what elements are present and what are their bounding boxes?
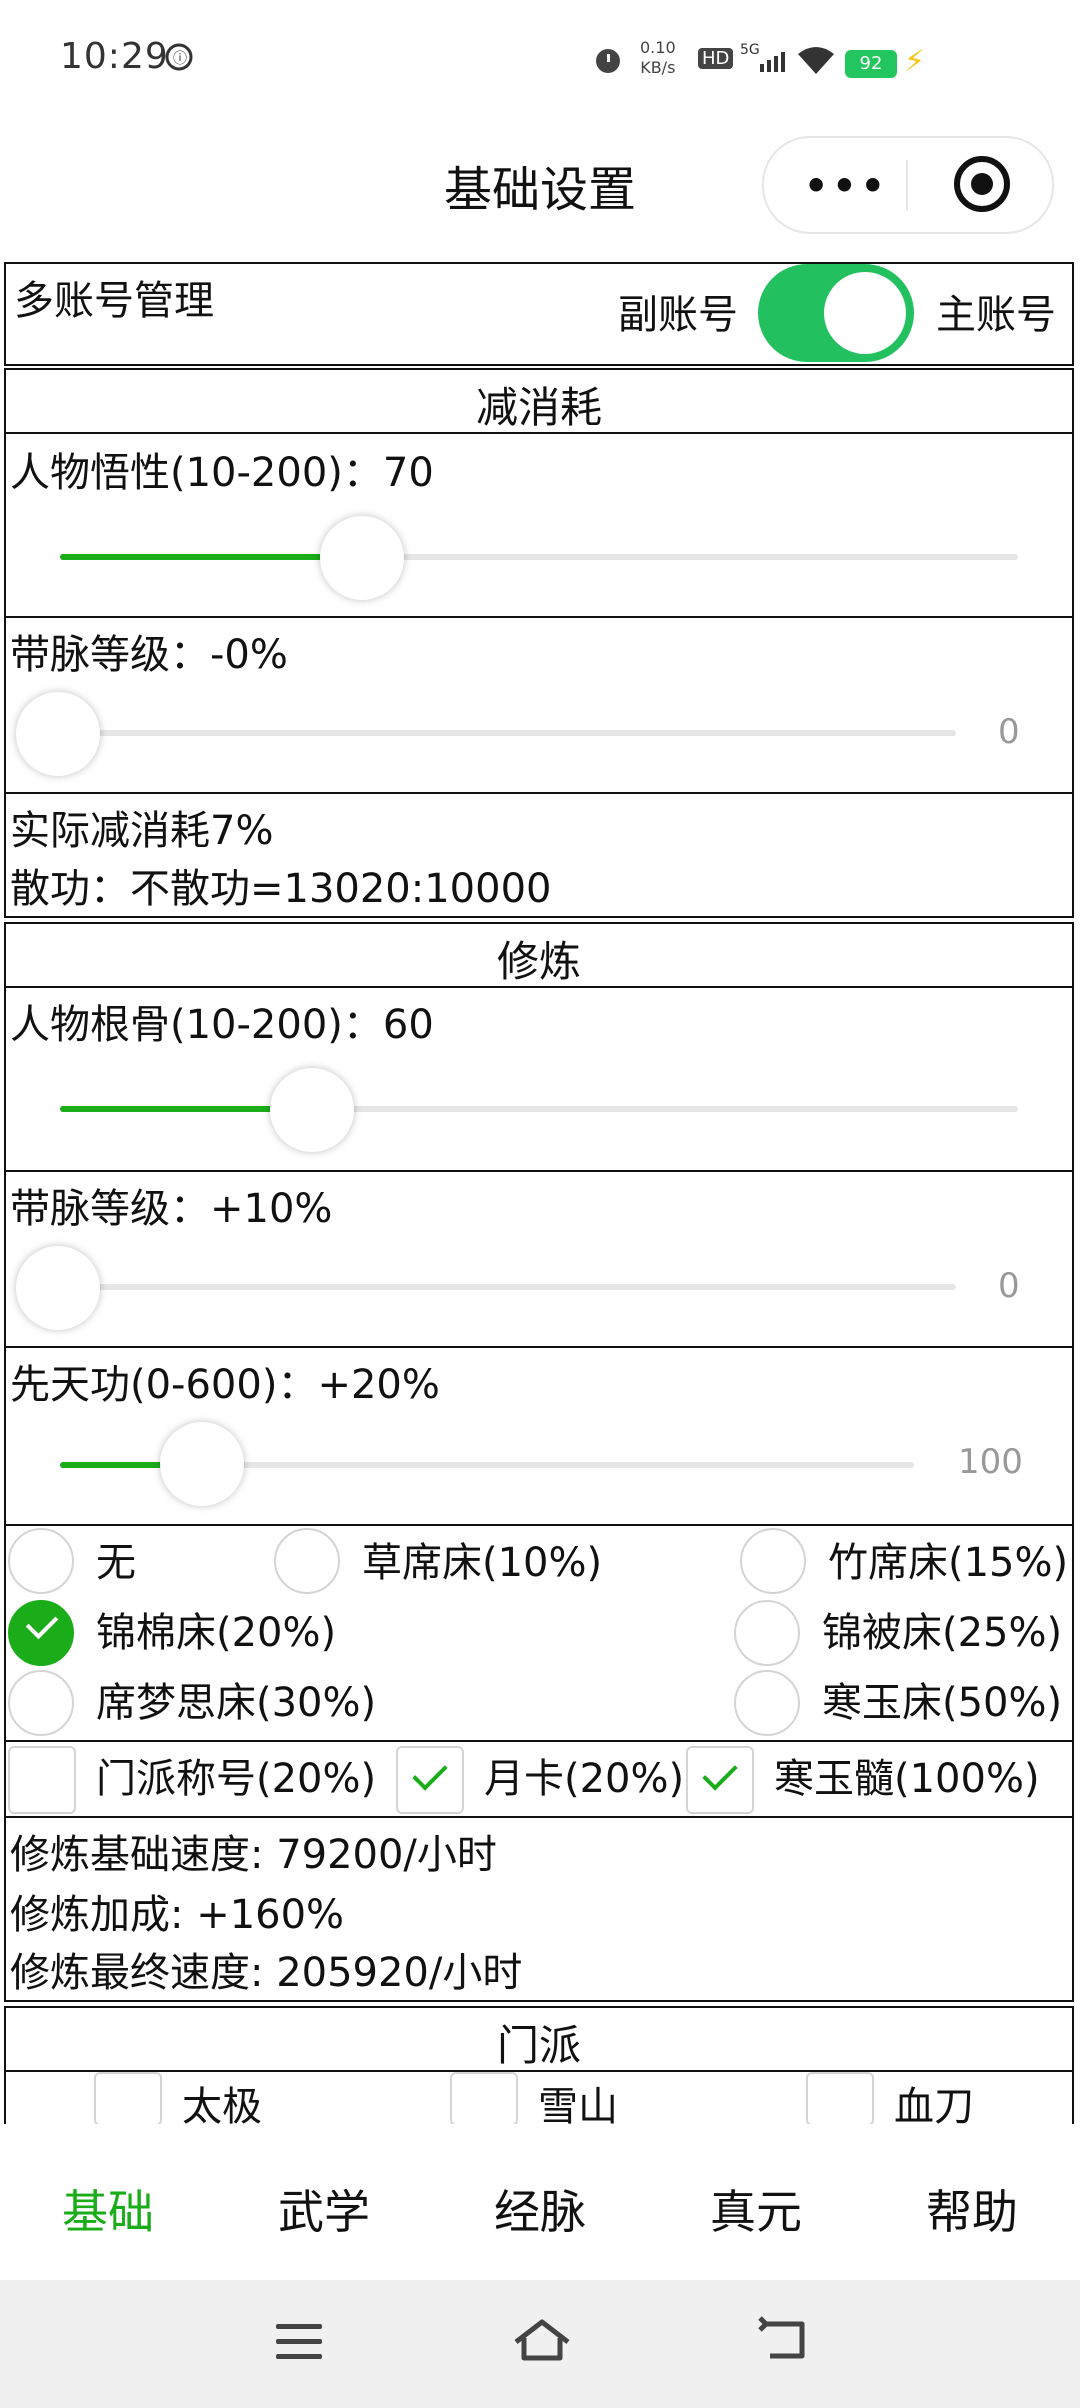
tab-meridian[interactable]: 经脉 — [480, 2176, 600, 2242]
cold-jade-marrow-label: 寒玉髓(100%) — [774, 1756, 1040, 1802]
capsule-divider — [906, 160, 908, 210]
sect-checkbox-taiji[interactable] — [94, 2072, 162, 2126]
account-toggle[interactable] — [758, 264, 914, 362]
wisdom-slider-fill — [60, 554, 362, 560]
reduce-vein-value: 0 — [998, 712, 1020, 752]
cultivate-vein-slider-thumb[interactable] — [16, 1246, 100, 1330]
sect-section-header: 门派 — [4, 2006, 1074, 2072]
account-label: 多账号管理 — [14, 278, 214, 324]
bed-radio-none[interactable] — [8, 1528, 74, 1594]
toggle-knob — [824, 272, 906, 354]
month-card-label: 月卡(20%) — [484, 1756, 685, 1802]
speed-results: 修炼基础速度: 79200/小时 修炼加成: +160% 修炼最终速度: 205… — [4, 1816, 1074, 2002]
reduce-result: 实际减消耗7% 散功：不散功=13020:10000 — [4, 792, 1074, 918]
main-account-label: 主账号 — [936, 292, 1056, 338]
cultivate-vein-value: 0 — [998, 1266, 1020, 1306]
sect-title-checkbox[interactable] — [8, 1746, 76, 1814]
base-speed-text: 修炼基础速度: 79200/小时 — [10, 1832, 497, 1878]
tab-zhenyuan[interactable]: 真元 — [696, 2176, 816, 2242]
reduce-vein-slider-thumb[interactable] — [16, 692, 100, 776]
cultivate-section-header: 修炼 — [4, 922, 1074, 988]
net-speed: 0.10 KB/s — [640, 38, 676, 77]
charging-icon: ⚡ — [904, 44, 926, 79]
bed-label-brocade-quilt: 锦被床(25%) — [822, 1610, 1063, 1656]
cultivate-vein-slider-track[interactable] — [60, 1284, 956, 1290]
innate-slider-thumb[interactable] — [160, 1422, 244, 1506]
wifi-icon — [796, 44, 836, 83]
bed-label-cold-jade: 寒玉床(50%) — [822, 1680, 1063, 1726]
tab-help[interactable]: 帮助 — [912, 2176, 1032, 2242]
reduce-vein-label: 带脉等级：-0% — [10, 632, 288, 678]
final-speed-text: 修炼最终速度: 205920/小时 — [10, 1950, 523, 1996]
bone-row: 人物根骨(10-200)：60 — [4, 986, 1074, 1172]
svg-text:ⓘ: ⓘ — [173, 51, 187, 67]
innate-value: 100 — [958, 1442, 1023, 1482]
cultivate-title: 修炼 — [496, 937, 581, 986]
sect-checkbox-xuedao[interactable] — [806, 2072, 874, 2126]
bed-radio-cold-jade[interactable] — [734, 1670, 800, 1736]
cultivate-vein-row: 带脉等级：+10% — [4, 1170, 1074, 1348]
mini-program-capsule: ••• — [762, 136, 1054, 234]
reduce-section-header: 减消耗 — [4, 368, 1074, 434]
bed-radio-bamboo[interactable] — [740, 1528, 806, 1594]
bonus-text: 修炼加成: +160% — [10, 1892, 345, 1938]
target-icon[interactable] — [954, 156, 1010, 212]
sect-title: 门派 — [496, 2021, 581, 2070]
bed-label-straw: 草席床(10%) — [362, 1540, 603, 1586]
bed-radio-brocade-quilt[interactable] — [734, 1600, 800, 1666]
alarm-icon — [592, 44, 624, 83]
cold-jade-marrow-checkbox[interactable] — [686, 1746, 754, 1814]
bed-radio-straw[interactable] — [274, 1528, 340, 1594]
bed-radio-simmons[interactable] — [8, 1670, 74, 1736]
back-icon[interactable] — [756, 2316, 810, 2364]
sect-checkbox-xueshan[interactable] — [450, 2072, 518, 2126]
month-card-checkbox[interactable] — [396, 1746, 464, 1814]
svg-text:5G: 5G — [740, 42, 760, 58]
sect-title-label: 门派称号(20%) — [96, 1756, 377, 1802]
tab-martial[interactable]: 武学 — [264, 2176, 384, 2242]
sub-account-label: 副账号 — [618, 292, 738, 338]
innate-label: 先天功(0-600)：+20% — [10, 1362, 440, 1408]
status-bar: 10:29 ⓘ 0.10 KB/s HD 5G 92 ⚡ — [0, 0, 1080, 120]
wisdom-slider-thumb[interactable] — [320, 516, 404, 600]
bed-label-none: 无 — [96, 1540, 136, 1586]
bed-label-simmons: 席梦思床(30%) — [96, 1680, 377, 1726]
ratio-text: 散功：不散功=13020:10000 — [10, 866, 552, 912]
bed-label-bamboo: 竹席床(15%) — [828, 1540, 1069, 1586]
hd-icon: HD — [698, 48, 734, 69]
battery-icon: 92 — [845, 50, 897, 78]
more-dots-icon[interactable]: ••• — [804, 164, 889, 208]
signal-icon: 5G — [740, 40, 788, 83]
reduce-title: 减消耗 — [475, 383, 602, 432]
wisdom-label: 人物悟性(10-200)：70 — [10, 450, 434, 496]
bed-radio-brocade-cotton[interactable] — [8, 1600, 74, 1666]
home-icon[interactable] — [512, 2316, 572, 2364]
clock: 10:29 — [60, 36, 169, 77]
wisdom-row: 人物悟性(10-200)：70 — [4, 432, 1074, 618]
reduce-vein-slider-track[interactable] — [60, 730, 956, 736]
actual-reduce-text: 实际减消耗7% — [10, 808, 274, 854]
system-nav-bar — [0, 2280, 1080, 2408]
bone-label: 人物根骨(10-200)：60 — [10, 1002, 434, 1048]
cultivate-vein-label: 带脉等级：+10% — [10, 1186, 333, 1232]
app-notification-icon: ⓘ — [164, 42, 194, 79]
bed-label-brocade-cotton: 锦棉床(20%) — [96, 1610, 337, 1656]
menu-icon[interactable] — [276, 2324, 322, 2369]
tab-basic[interactable]: 基础 — [48, 2176, 168, 2242]
innate-row: 先天功(0-600)：+20% — [4, 1346, 1074, 1526]
reduce-vein-row: 带脉等级：-0% — [4, 616, 1074, 794]
bone-slider-thumb[interactable] — [270, 1068, 354, 1152]
tab-bar: 基础 武学 经脉 真元 帮助 — [0, 2124, 1080, 2280]
